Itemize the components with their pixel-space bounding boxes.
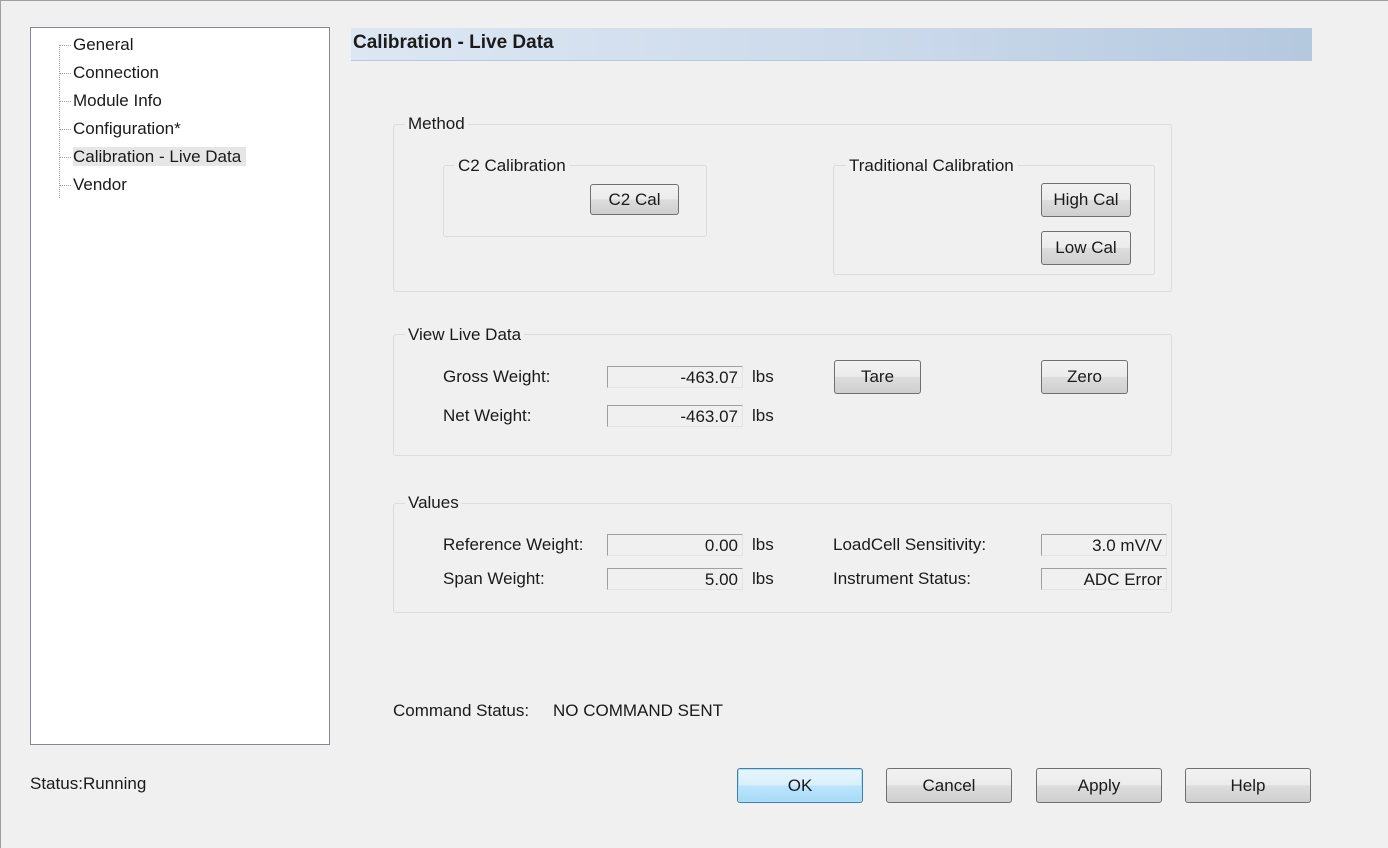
tree-item-label: General [73, 35, 134, 54]
tree-item-connection[interactable]: Connection [59, 60, 164, 86]
tree-item-vendor[interactable]: Vendor [59, 172, 132, 198]
high-cal-button[interactable]: High Cal [1041, 183, 1131, 217]
view-live-data-label: View Live Data [405, 325, 525, 345]
page-header: Calibration - Live Data [351, 28, 1312, 61]
ok-button[interactable]: OK [737, 768, 863, 803]
tree-connector [59, 45, 71, 47]
loadcell-sensitivity-field: 3.0 mV/V [1041, 534, 1167, 556]
method-group-label: Method [405, 114, 468, 134]
tree-connector [59, 185, 71, 187]
window-status-label: Status: [30, 774, 83, 793]
values-group [393, 503, 1172, 613]
page-title: Calibration - Live Data [353, 32, 554, 53]
tree-connector [59, 101, 71, 103]
loadcell-sensitivity-label: LoadCell Sensitivity: [833, 535, 987, 554]
window-left-border [0, 0, 1, 848]
net-weight-label: Net Weight: [443, 406, 532, 425]
gross-weight-label: Gross Weight: [443, 367, 551, 386]
apply-button[interactable]: Apply [1036, 768, 1162, 803]
gross-weight-unit: lbs [752, 367, 774, 386]
span-weight-label: Span Weight: [443, 569, 545, 588]
traditional-calibration-label: Traditional Calibration [846, 156, 1017, 176]
help-button[interactable]: Help [1185, 768, 1311, 803]
c2-cal-button[interactable]: C2 Cal [590, 184, 679, 215]
span-weight-field: 5.00 [607, 568, 743, 590]
reference-weight-label: Reference Weight: [443, 535, 584, 554]
tare-button[interactable]: Tare [834, 360, 921, 394]
low-cal-button[interactable]: Low Cal [1041, 231, 1131, 265]
tree-connector [59, 73, 71, 75]
navigation-tree[interactable]: General Connection Module Info Configura… [30, 27, 330, 745]
view-live-data-group [393, 334, 1172, 456]
tree-connector [59, 129, 71, 131]
span-weight-unit: lbs [752, 569, 774, 588]
reference-weight-field: 0.00 [607, 534, 743, 556]
tree-connector [59, 157, 71, 159]
reference-weight-unit: lbs [752, 535, 774, 554]
instrument-status-label: Instrument Status: [833, 569, 971, 588]
tree-item-label: Connection [73, 63, 160, 82]
c2-calibration-label: C2 Calibration [455, 156, 569, 176]
tree-item-module-info[interactable]: Module Info [59, 88, 167, 114]
command-status-value: NO COMMAND SENT [553, 701, 723, 720]
net-weight-unit: lbs [752, 406, 774, 425]
tree-item-label: Vendor [73, 175, 127, 194]
tree-item-general[interactable]: General [59, 32, 138, 58]
command-status-label: Command Status: [393, 701, 530, 720]
cancel-button[interactable]: Cancel [886, 768, 1012, 803]
window-status-value: Running [83, 774, 147, 793]
tree-item-calibration-live-data[interactable]: Calibration - Live Data [59, 144, 247, 170]
net-weight-field: -463.07 [607, 405, 743, 427]
tree-item-label: Calibration - Live Data [73, 147, 247, 166]
tree-item-label: Module Info [73, 91, 162, 110]
tree-item-label: Configuration* [73, 119, 181, 138]
instrument-status-field: ADC Error [1041, 568, 1167, 590]
zero-button[interactable]: Zero [1041, 360, 1128, 394]
gross-weight-field: -463.07 [607, 366, 743, 388]
values-group-label: Values [405, 493, 462, 513]
tree-item-configuration[interactable]: Configuration* [59, 116, 186, 142]
window-top-border [0, 0, 1388, 1]
